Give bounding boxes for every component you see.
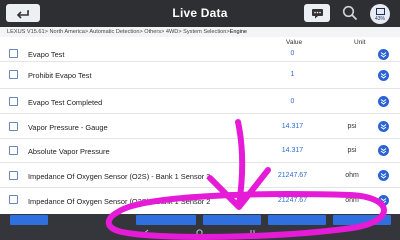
message-button[interactable] bbox=[304, 4, 330, 22]
row-checkbox[interactable] bbox=[9, 70, 18, 79]
row-value: 21247.67 bbox=[277, 197, 308, 204]
list-item[interactable]: Evapo Test Completed 0 bbox=[0, 89, 400, 114]
battery-icon bbox=[375, 8, 385, 15]
expand-button[interactable] bbox=[378, 145, 389, 156]
row-value: 21247.67 bbox=[277, 172, 308, 179]
list-item[interactable]: Impedance Of Oxygen Sensor (O2S) - Bank … bbox=[0, 188, 400, 214]
list-item[interactable]: Evapo Test 0 bbox=[0, 48, 400, 62]
row-unit: ohm bbox=[345, 197, 359, 204]
row-value: 14.317 bbox=[281, 147, 304, 154]
row-name: Absolute Vapor Pressure bbox=[28, 147, 110, 156]
row-unit: psi bbox=[347, 147, 357, 154]
chevron-down-icon bbox=[380, 124, 387, 130]
function-button-3[interactable] bbox=[203, 215, 261, 225]
chevron-down-icon bbox=[380, 148, 387, 154]
row-value: 0 bbox=[290, 98, 295, 105]
breadcrumb-path: LEXUS V15.61> North America> Automatic D… bbox=[7, 29, 230, 35]
function-button-4[interactable] bbox=[268, 215, 326, 225]
list-item[interactable]: Vapor Pressure - Gauge 14.317 psi bbox=[0, 114, 400, 139]
expand-button[interactable] bbox=[378, 49, 389, 60]
search-icon[interactable] bbox=[342, 5, 358, 21]
nav-home-icon[interactable] bbox=[196, 229, 203, 236]
row-checkbox[interactable] bbox=[9, 49, 18, 58]
chevron-down-icon bbox=[380, 99, 387, 105]
chevron-down-icon bbox=[380, 198, 387, 204]
list-item[interactable]: Absolute Vapor Pressure 14.317 psi bbox=[0, 139, 400, 163]
nav-recents-icon[interactable] bbox=[249, 229, 256, 236]
chevron-down-icon bbox=[380, 52, 387, 58]
function-button-2[interactable] bbox=[136, 215, 196, 225]
page-title: Live Data bbox=[172, 6, 228, 20]
row-unit: psi bbox=[347, 123, 357, 130]
row-name: Impedance Of Oxygen Sensor (O2S) - Bank … bbox=[28, 197, 211, 206]
list-item[interactable]: Prohibit Evapo Test 1 bbox=[0, 62, 400, 89]
battery-label: 43% bbox=[374, 16, 385, 22]
function-button-5[interactable] bbox=[333, 215, 391, 225]
row-value: 14.317 bbox=[281, 123, 304, 130]
function-button-1[interactable] bbox=[10, 215, 48, 225]
expand-button[interactable] bbox=[378, 121, 389, 132]
nav-back-icon[interactable] bbox=[143, 229, 150, 236]
list-item[interactable]: Impedance Of Oxygen Sensor (O2S) - Bank … bbox=[0, 163, 400, 188]
column-unit: Unit bbox=[354, 39, 366, 46]
column-header: Value Unit bbox=[0, 37, 400, 48]
row-checkbox[interactable] bbox=[9, 122, 18, 131]
row-value: 1 bbox=[290, 71, 295, 78]
chevron-down-icon bbox=[380, 173, 387, 179]
app-header: Live Data 43% bbox=[0, 0, 400, 27]
row-name: Evapo Test Completed bbox=[28, 98, 103, 107]
row-checkbox[interactable] bbox=[9, 97, 18, 106]
row-checkbox[interactable] bbox=[9, 146, 18, 155]
row-checkbox[interactable] bbox=[9, 171, 18, 180]
breadcrumb: LEXUS V15.61> North America> Automatic D… bbox=[0, 27, 400, 37]
expand-button[interactable] bbox=[378, 195, 389, 206]
expand-button[interactable] bbox=[378, 170, 389, 181]
message-icon bbox=[311, 8, 323, 18]
chevron-down-icon bbox=[380, 73, 387, 79]
row-name: Evapo Test bbox=[28, 50, 65, 59]
row-name: Impedance Of Oxygen Sensor (O2S) - Bank … bbox=[28, 172, 211, 181]
row-value: 0 bbox=[290, 50, 295, 57]
column-value: Value bbox=[286, 39, 303, 46]
expand-button[interactable] bbox=[378, 96, 389, 107]
row-name: Prohibit Evapo Test bbox=[28, 71, 92, 80]
battery-indicator: 43% bbox=[370, 4, 390, 24]
breadcrumb-current: Engine bbox=[229, 29, 248, 35]
row-unit: ohm bbox=[345, 172, 359, 179]
expand-button[interactable] bbox=[378, 70, 389, 81]
row-name: Vapor Pressure - Gauge bbox=[28, 123, 108, 132]
row-checkbox[interactable] bbox=[9, 195, 18, 204]
